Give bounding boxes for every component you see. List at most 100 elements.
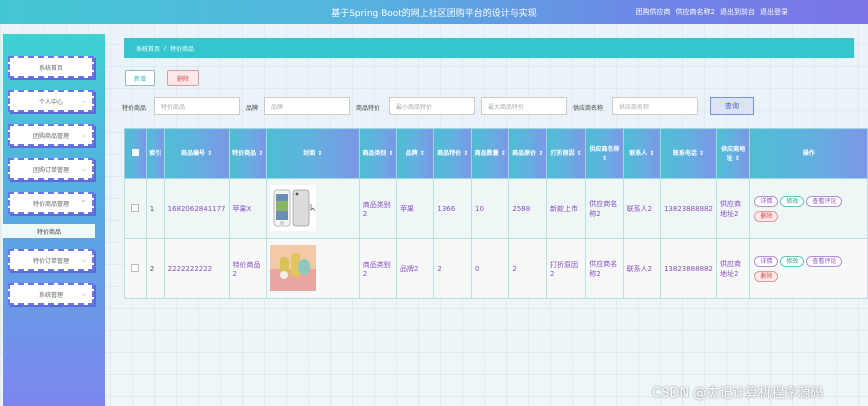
col-orig-price[interactable]: 商品原价 ⇕: [508, 128, 548, 179]
search-label-supplier: 供应商名称: [573, 105, 604, 112]
row-checkbox[interactable]: [124, 238, 147, 299]
goods-table: 索引 商品编号 ⇕ 特价商品 ⇕ 封面 ⇕ 商品类别 ⇕ 品牌 ⇕ 商品特价 ⇕…: [124, 128, 868, 299]
sidebar-item-group-orders[interactable]: 团购订单管理 ⌵: [8, 158, 94, 180]
username-label: 供应商名称2: [675, 8, 715, 16]
search-input-brand[interactable]: 品牌: [264, 97, 350, 115]
sidebar-item-special-orders[interactable]: 特价订单管理 ⌵: [8, 249, 94, 271]
main-content: 系统首页 / 特价商品 新增 删除 特价商品 特价商品 品牌 品牌 商品特价 最…: [110, 34, 868, 406]
cell-cover: [265, 238, 360, 299]
cell-address: 供应商地址2: [715, 238, 751, 299]
cell-name: 特价商品2: [228, 238, 267, 299]
chevron-down-icon: ⌵: [81, 98, 86, 105]
cell-contact: 联系人2: [622, 178, 661, 239]
sidebar-subitem-special[interactable]: 特价商品: [3, 224, 95, 238]
breadcrumb-home[interactable]: 系统首页: [136, 44, 160, 53]
search-input-name[interactable]: 特价商品: [154, 97, 240, 115]
search-input-supplier[interactable]: 供应商名称: [612, 97, 698, 115]
watermark: CSDN @杰记计算机程序源码: [652, 386, 824, 401]
col-code[interactable]: 商品编号 ⇕: [163, 128, 230, 179]
breadcrumb: 系统首页 / 特价商品: [124, 38, 854, 58]
cell-address: 供应商地址2: [715, 178, 751, 239]
cell-orig-price: 2: [508, 238, 548, 299]
cell-phone: 13823888882: [659, 178, 717, 239]
cell-reason: 新款上市: [546, 178, 587, 239]
cell-orig-price: 2588: [508, 178, 548, 239]
col-brand[interactable]: 品牌 ⇕: [396, 128, 435, 179]
cell-category: 商品类别2: [358, 178, 398, 239]
chevron-down-icon: ⌵: [81, 257, 86, 264]
cell-phone: 13823888882: [659, 238, 717, 299]
search-label-brand: 品牌: [246, 105, 259, 112]
sidebar-item-special-goods[interactable]: 特价商品管理 ^: [8, 192, 94, 214]
iphone-image: [269, 184, 316, 231]
col-cover[interactable]: 封面 ⇕: [265, 128, 360, 179]
modify-button[interactable]: 修改: [780, 255, 805, 267]
cell-category: 商品类别2: [358, 238, 398, 299]
row-checkbox[interactable]: [124, 178, 147, 239]
top-bar: 基于Spring Boot的网上社区团购平台的设计与实现 团购供应商 供应商名称…: [0, 0, 868, 24]
col-contact[interactable]: 联系人 ⇕: [622, 128, 661, 179]
row-delete-button[interactable]: 删除: [754, 270, 779, 282]
cell-special-price: 1366: [433, 178, 472, 239]
sidebar-item-group-goods[interactable]: 团购商品管理 ⌵: [8, 124, 94, 146]
sidebar: 系统首页 个人中心 ⌵ 团购商品管理 ⌵ 团购订单管理 ⌵ 特价商品管理 ^ 特价商品 …: [3, 34, 105, 406]
cell-index: 2: [145, 238, 165, 299]
modify-button[interactable]: 修改: [780, 195, 805, 207]
chevron-down-icon: ⌵: [81, 132, 86, 139]
chevron-down-icon: ⌵: [81, 166, 86, 173]
detail-button[interactable]: 详情: [754, 195, 779, 207]
cell-brand: 品牌2: [396, 238, 435, 299]
cell-qty: 10: [470, 178, 510, 239]
cell-supplier: 供应商名称2: [585, 238, 624, 299]
cell-name: 苹果X: [228, 178, 267, 239]
col-actions: 操作: [749, 128, 868, 179]
view-reviews-button[interactable]: 查看评论: [806, 255, 843, 267]
row-delete-button[interactable]: 删除: [754, 210, 779, 222]
col-category[interactable]: 商品类别 ⇕: [358, 128, 398, 179]
view-reviews-button[interactable]: 查看评论: [806, 195, 843, 207]
table-row: 2 2222222222 特价商品2 商品类别2 品牌2 2 0 2 打折原因2…: [124, 238, 868, 299]
cell-supplier: 供应商名称2: [585, 178, 624, 239]
header-links: 团购供应商 供应商名称2 退出到前台 退出登录: [636, 7, 788, 17]
sidebar-item-label: 个人中心: [38, 98, 63, 106]
logout-link[interactable]: 退出登录: [760, 7, 788, 17]
chevron-down-icon: ⌵: [81, 291, 86, 298]
cell-code: 2222222222: [163, 238, 230, 299]
cell-actions: 详情 修改 查看评论 删除: [749, 178, 868, 239]
cell-qty: 0: [470, 238, 510, 299]
sidebar-item-profile[interactable]: 个人中心 ⌵: [8, 90, 94, 112]
search-label-price: 商品特价: [356, 105, 381, 112]
col-reason[interactable]: 打折原因 ⇕: [546, 128, 587, 179]
query-button[interactable]: 查询: [710, 97, 754, 115]
col-supplier[interactable]: 供应商名称 ⇕: [585, 128, 624, 179]
search-input-max-price[interactable]: 最大商品特价: [481, 97, 567, 115]
col-index: 索引: [145, 128, 165, 179]
sidebar-item-label: 特价商品管理: [32, 200, 69, 208]
col-phone[interactable]: 联系电话 ⇕: [659, 128, 717, 179]
sidebar-item-label: 系统管理: [38, 291, 63, 299]
cell-code: 1682062841177: [163, 178, 230, 239]
role-label: 团购供应商: [635, 8, 671, 16]
breadcrumb-current: 特价商品: [170, 45, 195, 53]
chevron-up-icon: ^: [80, 200, 86, 207]
delete-button[interactable]: 删除: [167, 70, 199, 86]
breadcrumb-separator: /: [164, 44, 167, 52]
add-button[interactable]: 新增: [125, 70, 155, 86]
col-qty[interactable]: 商品数量 ⇕: [470, 128, 510, 179]
search-input-min-price[interactable]: 最小商品特价: [389, 97, 475, 115]
cell-actions: 详情 修改 查看评论 删除: [749, 238, 868, 299]
sidebar-item-home[interactable]: 系统首页: [8, 56, 94, 78]
goto-front-link[interactable]: 退出到前台: [720, 7, 755, 17]
detail-button[interactable]: 详情: [754, 255, 779, 267]
col-address[interactable]: 供应商地址 ⇕: [715, 128, 751, 179]
table-header-row: 索引 商品编号 ⇕ 特价商品 ⇕ 封面 ⇕ 商品类别 ⇕ 品牌 ⇕ 商品特价 ⇕…: [124, 128, 868, 179]
col-special-price[interactable]: 商品特价 ⇕: [433, 128, 472, 179]
sidebar-item-system[interactable]: 系统管理 ⌵: [8, 283, 94, 305]
product-image: [269, 244, 316, 291]
sidebar-item-label: 团购商品管理: [32, 132, 69, 140]
col-name[interactable]: 特价商品 ⇕: [228, 128, 267, 179]
select-all-checkbox[interactable]: [124, 128, 147, 179]
sidebar-item-label: 特价订单管理: [32, 257, 69, 265]
sidebar-item-label: 团购订单管理: [32, 166, 69, 174]
table-row: 1 1682062841177 苹果X 商品类别2 苹果 1366 10 258…: [124, 178, 868, 239]
